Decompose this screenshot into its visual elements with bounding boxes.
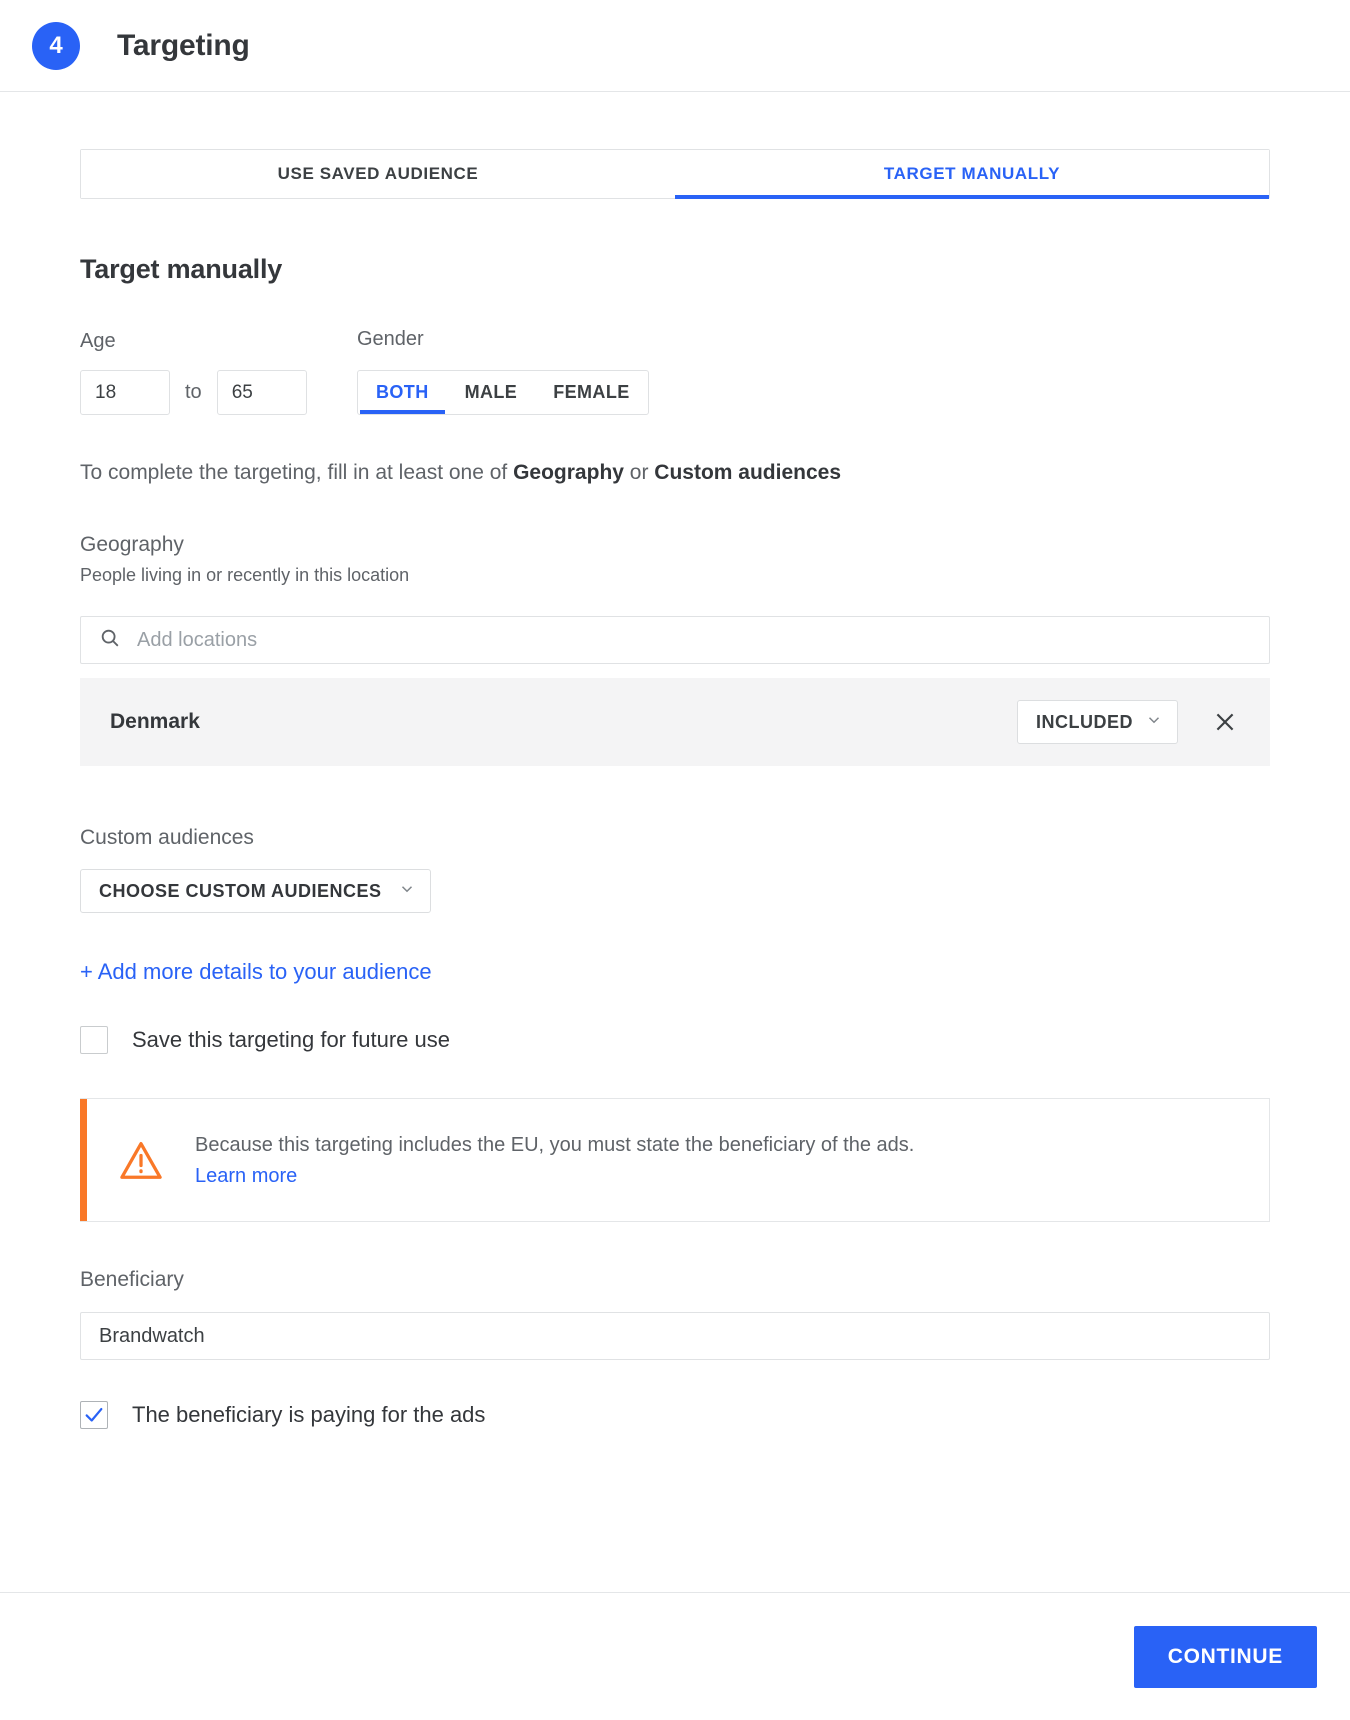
custom-audiences-label: Custom audiences <box>80 826 254 850</box>
choose-custom-audiences-label: CHOOSE CUSTOM AUDIENCES <box>99 880 382 901</box>
age-gender-row: Age to Gender BOTH MALE FEMALE <box>80 328 1270 415</box>
page-header: 4 Targeting <box>0 0 1350 92</box>
beneficiary-paying-row: The beneficiary is paying for the ads <box>80 1401 1270 1430</box>
beneficiary-paying-checkbox[interactable] <box>80 1401 108 1430</box>
location-row: Denmark INCLUDED <box>80 678 1270 767</box>
page-footer: CONTINUE <box>0 1592 1350 1720</box>
beneficiary-input[interactable] <box>80 1312 1270 1361</box>
gender-option-female[interactable]: FEMALE <box>535 371 647 414</box>
warning-accent-bar <box>80 1099 87 1222</box>
targeting-page: 4 Targeting USE SAVED AUDIENCE TARGET MA… <box>0 0 1350 1720</box>
beneficiary-label: Beneficiary <box>80 1268 184 1292</box>
age-group: Age to <box>80 330 357 415</box>
chevron-down-icon <box>1145 711 1163 734</box>
age-to-label: to <box>185 381 202 403</box>
learn-more-link[interactable]: Learn more <box>195 1165 297 1188</box>
helper-middle: or <box>623 461 655 484</box>
warning-triangle-icon <box>87 1099 195 1221</box>
gender-option-both[interactable]: BOTH <box>358 371 447 414</box>
section-title: Target manually <box>80 254 283 284</box>
location-name: Denmark <box>110 710 200 734</box>
location-search-input[interactable] <box>137 628 1251 652</box>
chevron-down-icon <box>398 880 416 903</box>
save-targeting-checkbox[interactable] <box>80 1026 108 1055</box>
page-title: Targeting <box>117 28 250 62</box>
location-inclusion-select[interactable]: INCLUDED <box>1017 700 1178 745</box>
age-inputs: to <box>80 370 357 415</box>
save-targeting-row: Save this targeting for future use <box>80 1026 1270 1055</box>
location-search-box[interactable] <box>80 616 1270 665</box>
age-from-input[interactable] <box>80 370 170 415</box>
geography-sublabel: People living in or recently in this loc… <box>80 565 410 586</box>
age-to-input[interactable] <box>216 370 307 415</box>
custom-audiences-block: Custom audiences CHOOSE CUSTOM AUDIENCES <box>80 826 1270 914</box>
helper-prefix: To complete the targeting, fill in at le… <box>80 461 514 484</box>
warning-body: Because this targeting includes the EU, … <box>195 1099 934 1221</box>
helper-bold-custom-audiences: Custom audiences <box>654 461 842 484</box>
search-icon <box>99 627 121 654</box>
beneficiary-block: Beneficiary <box>80 1268 1270 1361</box>
tab-use-saved-audience[interactable]: USE SAVED AUDIENCE <box>81 150 675 198</box>
choose-custom-audiences-select[interactable]: CHOOSE CUSTOM AUDIENCES <box>80 869 431 914</box>
eu-beneficiary-warning: Because this targeting includes the EU, … <box>80 1098 1270 1223</box>
beneficiary-paying-label: The beneficiary is paying for the ads <box>132 1402 486 1428</box>
location-inclusion-value: INCLUDED <box>1036 711 1133 732</box>
gender-group: Gender BOTH MALE FEMALE <box>357 328 649 415</box>
gender-segmented-control: BOTH MALE FEMALE <box>357 370 649 415</box>
step-number-badge: 4 <box>32 21 80 70</box>
warning-text: Because this targeting includes the EU, … <box>195 1134 915 1157</box>
targeting-helper-text: To complete the targeting, fill in at le… <box>80 459 1270 487</box>
page-body: USE SAVED AUDIENCE TARGET MANUALLY Targe… <box>0 92 1350 1592</box>
gender-option-male[interactable]: MALE <box>447 371 536 414</box>
continue-button[interactable]: CONTINUE <box>1133 1625 1317 1688</box>
audience-mode-tabs: USE SAVED AUDIENCE TARGET MANUALLY <box>80 149 1270 199</box>
add-more-details-link[interactable]: + Add more details to your audience <box>80 959 432 985</box>
geography-block: Geography People living in or recently i… <box>80 533 1270 767</box>
geography-label: Geography <box>80 533 184 557</box>
helper-bold-geography: Geography <box>513 461 624 484</box>
remove-location-button[interactable] <box>1210 707 1240 737</box>
age-label: Age <box>80 330 116 352</box>
tab-target-manually[interactable]: TARGET MANUALLY <box>675 150 1269 199</box>
save-targeting-label: Save this targeting for future use <box>132 1027 450 1053</box>
gender-label: Gender <box>357 328 424 350</box>
